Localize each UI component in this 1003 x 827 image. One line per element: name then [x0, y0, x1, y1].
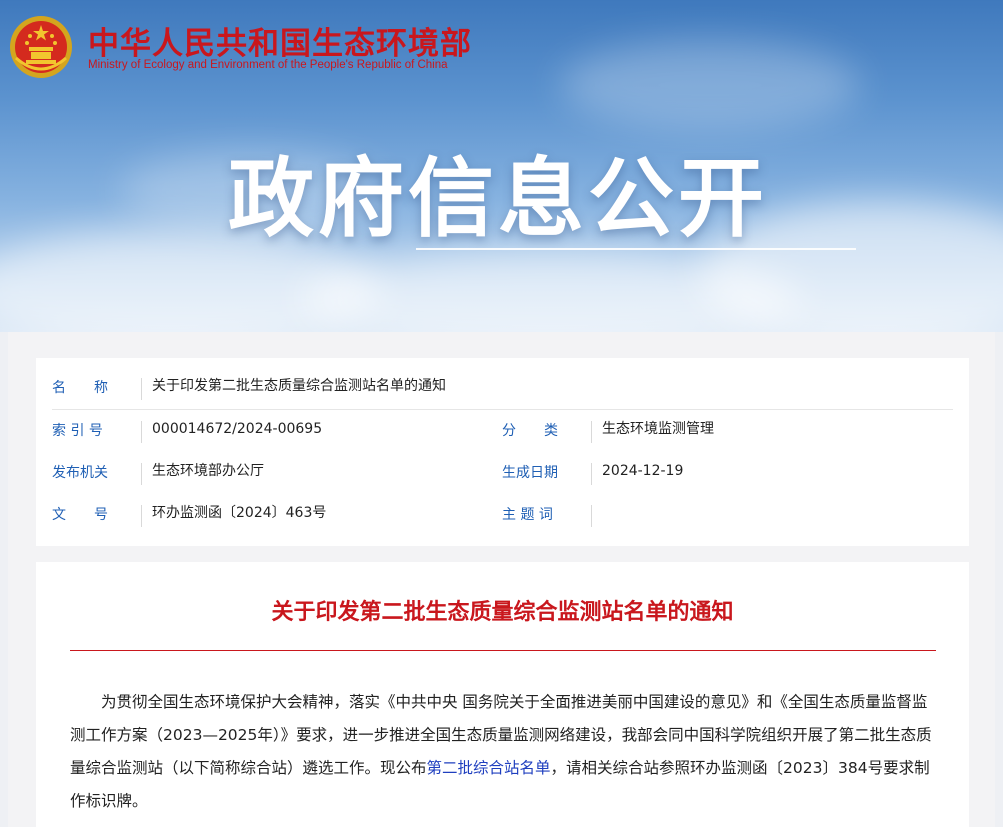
date-value: 2024-12-19 — [602, 463, 684, 479]
banner-title: 政府信息公开 — [228, 149, 768, 249]
row-divider — [141, 505, 142, 527]
row-divider — [591, 505, 592, 527]
info-row-name: 名 称 关于印发第二批生态质量综合监测站名单的通知 — [52, 368, 953, 410]
row-divider — [141, 421, 142, 443]
site-name-cn[interactable]: 中华人民共和国生态环境部 — [88, 18, 472, 63]
name-value: 关于印发第二批生态质量综合监测站名单的通知 — [152, 378, 446, 394]
header-banner: 中华人民共和国生态环境部 Ministry of Ecology and Env… — [0, 0, 1003, 332]
banner-divider — [416, 248, 856, 250]
info-row-issuer: 发布机关 生态环境部办公厅 生成日期 2024-12-19 — [52, 453, 953, 494]
category-label: 分 类 — [502, 423, 558, 439]
row-divider — [141, 378, 142, 400]
info-row-index: 索 引 号 000014672/2024-00695 分 类 生态环境监测管理 — [52, 411, 953, 452]
station-list-link[interactable]: 第二批综合站名单 — [427, 759, 551, 777]
name-label: 名 称 — [52, 380, 108, 396]
docno-value: 环办监测函〔2024〕463号 — [152, 505, 327, 521]
issuer-label: 发布机关 — [52, 465, 108, 481]
site-name-en[interactable]: Ministry of Ecology and Environment of t… — [88, 59, 448, 71]
document-body-card: 关于印发第二批生态质量综合监测站名单的通知 为贯彻全国生态环境保护大会精神，落实… — [36, 562, 969, 827]
row-divider — [591, 463, 592, 485]
index-label: 索 引 号 — [52, 423, 103, 439]
document-paragraph: 为贯彻全国生态环境保护大会精神，落实《中共中央 国务院关于全面推进美丽中国建设的… — [70, 686, 936, 818]
title-divider — [70, 650, 936, 651]
date-label: 生成日期 — [502, 465, 558, 481]
info-row-docno: 文 号 环办监测函〔2024〕463号 主 题 词 — [52, 495, 953, 536]
category-value: 生态环境监测管理 — [602, 421, 714, 437]
docno-label: 文 号 — [52, 507, 108, 523]
keywords-label: 主 题 词 — [502, 507, 553, 523]
issuer-value: 生态环境部办公厅 — [152, 463, 264, 479]
document-info-table: 名 称 关于印发第二批生态质量综合监测站名单的通知 索 引 号 00001467… — [36, 358, 969, 546]
index-value: 000014672/2024-00695 — [152, 421, 323, 437]
cloud-decoration — [560, 40, 860, 130]
row-divider — [141, 463, 142, 485]
document-title: 关于印发第二批生态质量综合监测站名单的通知 — [271, 600, 734, 625]
document-body: 为贯彻全国生态环境保护大会精神，落实《中共中央 国务院关于全面推进美丽中国建设的… — [70, 686, 936, 818]
national-emblem-icon[interactable] — [8, 14, 74, 80]
row-divider — [591, 421, 592, 443]
